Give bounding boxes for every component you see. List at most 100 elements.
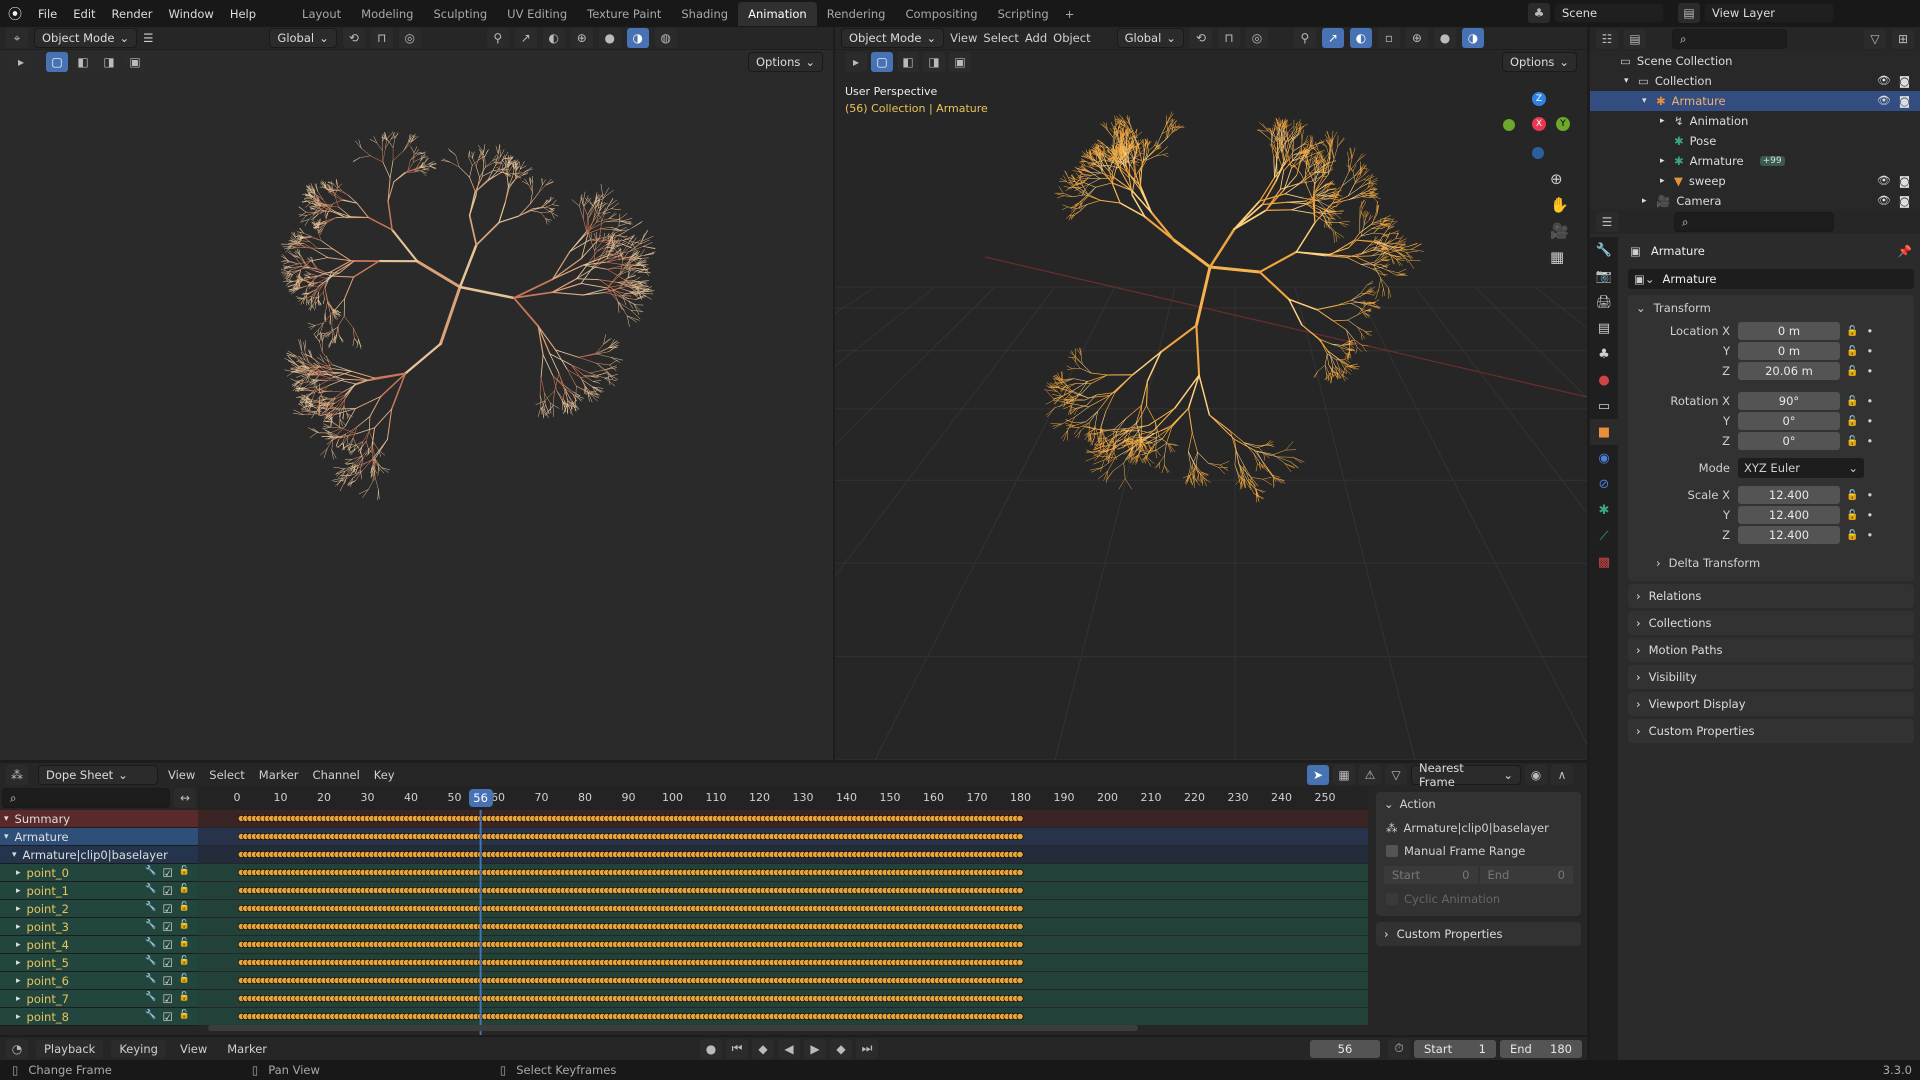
eye-icon[interactable]: 👁 bbox=[1877, 194, 1891, 208]
workspace-tab-layout[interactable]: Layout bbox=[292, 2, 351, 26]
dope-menu-select[interactable]: Select bbox=[209, 768, 244, 782]
value-field[interactable]: 12.400 bbox=[1738, 486, 1840, 504]
material-shading-icon[interactable]: ◑ bbox=[1461, 28, 1484, 48]
rotation-mode-dropdown[interactable]: XYZ Euler ⌄ bbox=[1738, 458, 1864, 478]
workspace-tab-shading[interactable]: Shading bbox=[671, 2, 738, 26]
channel-row[interactable]: ▸ point_1 🔧 ☑ 🔓 bbox=[0, 882, 198, 900]
expand-arrow-icon[interactable]: ▸ bbox=[16, 994, 21, 1004]
modifier-icon[interactable]: 🔧 bbox=[145, 866, 156, 880]
mute-checkbox[interactable]: ☑ bbox=[162, 974, 172, 988]
value-field[interactable]: 12.400 bbox=[1738, 506, 1840, 524]
panel-viewport-display[interactable]: › Viewport Display bbox=[1628, 692, 1914, 716]
outliner-item[interactable]: ▸ ✱ Armature +99 bbox=[1590, 151, 1920, 171]
eye-icon[interactable]: 👁 bbox=[1877, 174, 1891, 188]
channel-row[interactable]: ▾ Armature|clip0|baselayer bbox=[0, 846, 198, 864]
visibility-icon[interactable]: ⚲ bbox=[1293, 28, 1316, 48]
channel-row[interactable]: ▸ point_0 🔧 ☑ 🔓 bbox=[0, 864, 198, 882]
menu-select[interactable]: Select bbox=[983, 31, 1018, 45]
select-new-icon[interactable]: ▢ bbox=[871, 52, 893, 72]
lock-icon[interactable]: 🔓 bbox=[1846, 530, 1858, 541]
expand-arrow-icon[interactable]: ▸ bbox=[16, 1012, 21, 1022]
view-layer-selector[interactable]: View Layer bbox=[1704, 3, 1834, 23]
lock-icon[interactable]: 🔓 bbox=[179, 902, 190, 916]
gizmo-neg-z[interactable] bbox=[1532, 147, 1544, 159]
orientation-dropdown-right[interactable]: Global ⌄ bbox=[1116, 28, 1184, 48]
collection-tab-icon[interactable]: ▭ bbox=[1590, 393, 1618, 419]
channel-row[interactable]: ▸ point_8 🔧 ☑ 🔓 bbox=[0, 1008, 198, 1026]
lock-icon[interactable]: 🔓 bbox=[1846, 436, 1858, 447]
right-viewport[interactable]: Object Mode ⌄ View Select Add Object Glob… bbox=[835, 27, 1587, 760]
tool-tab-icon[interactable]: 🔧 bbox=[1590, 237, 1618, 263]
menu-file[interactable]: File bbox=[30, 7, 65, 21]
scene-selector[interactable]: Scene bbox=[1554, 3, 1664, 23]
workspace-tab-rendering[interactable]: Rendering bbox=[817, 2, 896, 26]
frame-ruler[interactable]: 0 10 20 30 40 50 60 70 80 90 100 110 120 130 140 150 160… bbox=[198, 786, 1368, 810]
new-collection-icon[interactable]: ⊞ bbox=[1892, 29, 1914, 49]
select-extend-icon[interactable]: ◧ bbox=[897, 52, 919, 72]
outliner-item[interactable]: ▸ 🎥 Camera 👁 ◙ bbox=[1590, 191, 1920, 211]
expand-arrow-icon[interactable]: ▸ bbox=[16, 868, 21, 878]
panel-visibility[interactable]: › Visibility bbox=[1628, 665, 1914, 689]
pin-icon[interactable]: 📌 bbox=[1898, 244, 1912, 258]
outliner-item[interactable]: ✱ Pose bbox=[1590, 131, 1920, 151]
object-tab-icon[interactable]: ■ bbox=[1590, 419, 1618, 445]
lock-icon[interactable]: 🔓 bbox=[1846, 396, 1858, 407]
wireframe-shading-icon[interactable]: ⊕ bbox=[1405, 28, 1428, 48]
lock-icon[interactable]: 🔓 bbox=[179, 938, 190, 952]
expand-arrow-icon[interactable]: ▸ bbox=[1660, 156, 1668, 166]
delta-transform-header[interactable]: Delta Transform bbox=[1669, 556, 1761, 570]
channel-row[interactable]: ▸ point_2 🔧 ☑ 🔓 bbox=[0, 900, 198, 918]
keyframe-dot-icon[interactable]: • bbox=[1866, 414, 1873, 428]
dope-menu-view[interactable]: View bbox=[168, 768, 195, 782]
eye-icon[interactable]: 👁 bbox=[1877, 74, 1891, 88]
filter-icon[interactable]: ▽ bbox=[1864, 29, 1886, 49]
errors-icon[interactable]: ⚠ bbox=[1359, 764, 1381, 785]
modifier-icon[interactable]: 🔧 bbox=[145, 902, 156, 916]
channel-search[interactable]: ⌕ bbox=[2, 788, 170, 808]
overlay-icon[interactable]: ◐ bbox=[1349, 28, 1372, 48]
keyframe-dot-icon[interactable]: • bbox=[1866, 528, 1873, 542]
select-subtract-icon[interactable]: ◨ bbox=[923, 52, 945, 72]
dope-menu-key[interactable]: Key bbox=[374, 768, 395, 782]
expand-arrow-icon[interactable]: ▸ bbox=[16, 976, 21, 986]
mute-checkbox[interactable]: ☑ bbox=[162, 884, 172, 898]
lock-icon[interactable]: 🔓 bbox=[1846, 416, 1858, 427]
keyframe-dot-icon[interactable]: • bbox=[1866, 394, 1873, 408]
outliner-editor-icon[interactable]: ☷ bbox=[1596, 29, 1618, 49]
outliner-item[interactable]: ▾ ▭ Collection 👁 ◙ bbox=[1590, 71, 1920, 91]
camera-render-icon[interactable]: ◙ bbox=[1899, 94, 1910, 108]
current-frame-indicator[interactable]: 56 bbox=[468, 789, 493, 807]
keyframe-dot-icon[interactable]: • bbox=[1866, 324, 1873, 338]
lock-icon[interactable]: 🔓 bbox=[179, 884, 190, 898]
outliner-item[interactable]: ▾ ✱ Armature 👁 ◙ bbox=[1590, 91, 1920, 111]
lock-icon[interactable]: 🔓 bbox=[179, 956, 190, 970]
workspace-tab-uv-editing[interactable]: UV Editing bbox=[497, 2, 577, 26]
outliner-item[interactable]: ▭ Scene Collection bbox=[1590, 51, 1920, 71]
keyframe-dot-icon[interactable]: • bbox=[1866, 364, 1873, 378]
options-dropdown-right[interactable]: Options ⌄ bbox=[1501, 52, 1577, 72]
channel-row[interactable]: ▸ point_4 🔧 ☑ 🔓 bbox=[0, 936, 198, 954]
texture-tab-icon[interactable]: ▩ bbox=[1590, 549, 1618, 575]
workspace-tab-modeling[interactable]: Modeling bbox=[351, 2, 423, 26]
camera-render-icon[interactable]: ◙ bbox=[1899, 74, 1910, 88]
expand-arrow-icon[interactable]: ▸ bbox=[1660, 176, 1668, 186]
workspace-tab-compositing[interactable]: Compositing bbox=[895, 2, 987, 26]
modifier-icon[interactable]: 🔧 bbox=[145, 884, 156, 898]
expand-arrow-icon[interactable]: ▸ bbox=[1660, 116, 1668, 126]
chevron-down-icon[interactable]: ⌄ bbox=[1636, 301, 1646, 315]
xray-icon[interactable]: ▫ bbox=[1377, 28, 1400, 48]
filter-icon[interactable]: ▽ bbox=[1385, 764, 1407, 785]
world-tab-icon[interactable]: ● bbox=[1590, 367, 1618, 393]
gizmo-neg-y[interactable] bbox=[1503, 119, 1515, 131]
only-selected-icon[interactable]: ➤ bbox=[1307, 764, 1329, 785]
value-field[interactable]: 90° bbox=[1738, 392, 1840, 410]
mute-checkbox[interactable]: ☑ bbox=[162, 902, 172, 916]
eye-icon[interactable]: 👁 bbox=[1877, 94, 1891, 108]
show-hidden-icon[interactable]: ▦ bbox=[1333, 764, 1355, 785]
lock-icon[interactable]: 🔓 bbox=[179, 974, 190, 988]
channel-row[interactable]: ▸ point_5 🔧 ☑ 🔓 bbox=[0, 954, 198, 972]
menu-render[interactable]: Render bbox=[104, 7, 161, 21]
add-workspace-button[interactable]: + bbox=[1059, 7, 1081, 21]
display-mode-icon[interactable]: ▤ bbox=[1624, 29, 1646, 49]
render-tab-icon[interactable]: 📷 bbox=[1590, 263, 1618, 289]
